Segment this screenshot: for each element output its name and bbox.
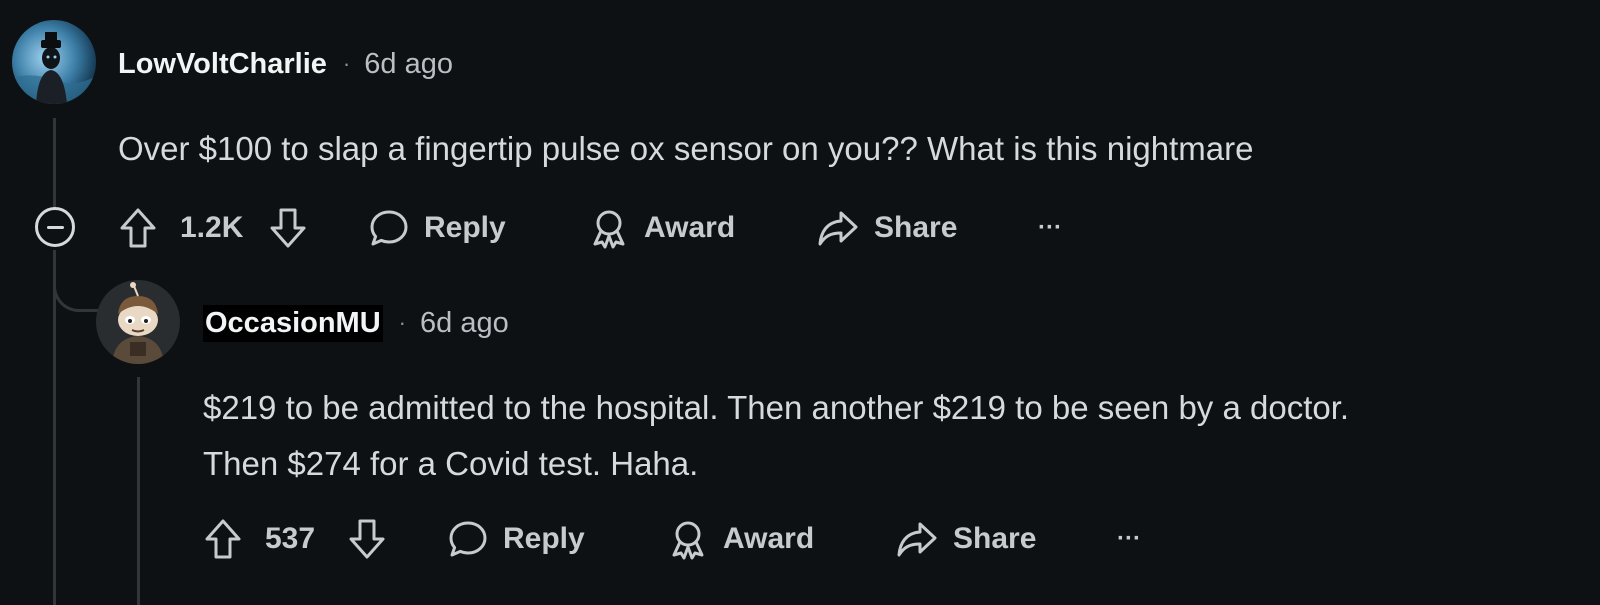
comment-body: $219 to be admitted to the hospital. The… [203, 380, 1349, 492]
upvote-arrow-icon [118, 206, 158, 250]
comment-actions: 537 Reply Award Share ··· [203, 514, 1203, 564]
vote-count: 1.2K [180, 211, 244, 244]
collapse-thread-button[interactable] [35, 207, 75, 247]
chat-bubble-icon [368, 207, 410, 249]
award-icon [588, 206, 630, 250]
upvote-arrow-icon [203, 517, 243, 561]
share-arrow-icon [895, 518, 939, 560]
comment-meta: LowVoltCharlie · 6d ago [118, 44, 453, 84]
timestamp[interactable]: 6d ago [420, 307, 509, 340]
share-button[interactable]: Share [895, 514, 1036, 564]
award-button[interactable]: Award [588, 203, 735, 253]
comment-actions: 1.2K Reply Award Share ··· [118, 203, 1118, 253]
more-options-button[interactable]: ··· [1117, 514, 1141, 564]
thread-line-root-lower[interactable] [53, 250, 56, 605]
reply-label: Reply [503, 522, 585, 555]
thread-line-reply[interactable] [137, 377, 140, 605]
comment-body: Over $100 to slap a fingertip pulse ox s… [118, 121, 1253, 177]
more-options-button[interactable]: ··· [1038, 203, 1062, 253]
avatar[interactable] [12, 20, 96, 104]
upvote-button[interactable] [203, 514, 243, 564]
reply-button[interactable]: Reply [368, 203, 506, 253]
comment-body-line: Then $274 for a Covid test. Haha. [203, 445, 699, 482]
share-label: Share [874, 211, 958, 244]
downvote-arrow-icon [347, 517, 387, 561]
downvote-arrow-icon [268, 206, 308, 250]
username[interactable]: OccasionMU [203, 304, 383, 342]
comment-body-line: $219 to be admitted to the hospital. The… [203, 389, 1350, 426]
vote-count: 537 [265, 522, 316, 555]
chat-bubble-icon [447, 518, 489, 560]
award-button[interactable]: Award [667, 514, 814, 564]
share-arrow-icon [816, 207, 860, 249]
share-label: Share [953, 522, 1037, 555]
share-button[interactable]: Share [816, 203, 957, 253]
downvote-button[interactable] [268, 203, 308, 253]
reply-button[interactable]: Reply [447, 514, 585, 564]
award-label: Award [644, 211, 736, 244]
timestamp[interactable]: 6d ago [364, 48, 453, 81]
username[interactable]: LowVoltCharlie [118, 48, 327, 81]
thread-connector-curve [53, 252, 99, 312]
avatar[interactable] [96, 280, 180, 364]
separator-dot: · [342, 51, 351, 76]
comment-body-line: Over $100 to slap a fingertip pulse ox s… [118, 130, 1254, 167]
separator-dot: · [398, 310, 406, 335]
upvote-button[interactable] [118, 203, 158, 253]
reply-label: Reply [424, 211, 506, 244]
downvote-button[interactable] [347, 514, 387, 564]
award-label: Award [723, 522, 815, 555]
comment-meta: OccasionMU · 6d ago [203, 303, 509, 343]
award-icon [667, 517, 709, 561]
thread-line-root[interactable] [53, 118, 56, 208]
